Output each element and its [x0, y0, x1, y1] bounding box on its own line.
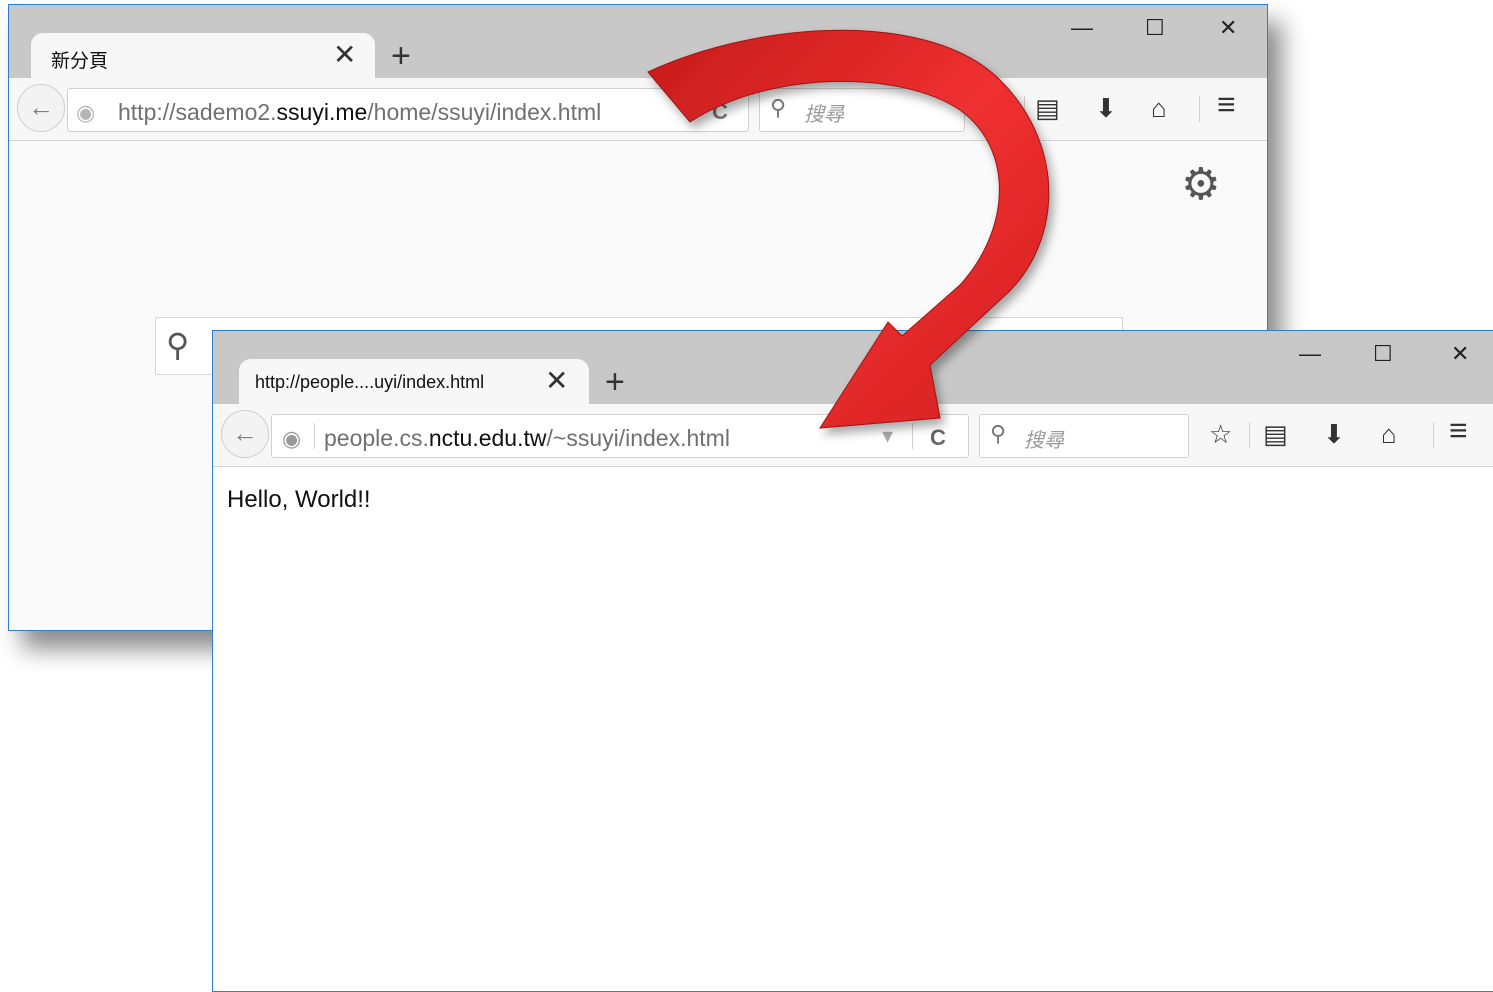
nav-bar: ← ◉ people.cs.nctu.edu.tw/~ssuyi/index.h… — [213, 404, 1493, 467]
separator — [1249, 422, 1250, 448]
globe-icon: ◉ — [76, 100, 96, 125]
download-icon[interactable]: ⬇ — [1095, 94, 1117, 122]
tab-close-icon[interactable]: ✕ — [333, 41, 356, 69]
back-button[interactable]: ← — [17, 84, 65, 132]
minimize-button[interactable]: — — [1299, 343, 1321, 365]
search-placeholder: 搜尋 — [804, 104, 844, 126]
globe-icon: ◉ — [282, 426, 302, 451]
home-icon[interactable]: ⌂ — [1151, 94, 1167, 122]
search-icon: ⚲ — [166, 327, 190, 363]
reload-icon[interactable]: C — [930, 425, 946, 451]
bookmark-star-icon[interactable]: ☆ — [985, 94, 1008, 122]
tab-index-html[interactable]: http://people....uyi/index.html ✕ — [239, 359, 589, 405]
reload-icon[interactable]: C — [712, 99, 728, 125]
library-icon[interactable]: ▤ — [1263, 420, 1288, 448]
search-icon: ⚲ — [770, 95, 787, 120]
url-bar[interactable]: ◉ http://sademo2.ssuyi.me/home/ssuyi/ind… — [67, 88, 749, 132]
chevron-down-icon[interactable]: ▾ — [882, 423, 893, 449]
home-icon[interactable]: ⌂ — [1381, 420, 1397, 448]
nav-bar: ← ◉ http://sademo2.ssuyi.me/home/ssuyi/i… — [9, 78, 1267, 141]
settings-gear-icon[interactable]: ⚙ — [1181, 163, 1220, 207]
bookmark-star-icon[interactable]: ☆ — [1209, 420, 1232, 448]
separator — [912, 423, 913, 449]
library-icon[interactable]: ▤ — [1035, 94, 1060, 122]
tab-title: http://people....uyi/index.html — [255, 372, 485, 392]
maximize-button[interactable]: ☐ — [1373, 343, 1393, 365]
download-icon[interactable]: ⬇ — [1323, 420, 1345, 448]
tab-new-tab[interactable]: 新分頁 ✕ — [31, 33, 375, 79]
tab-close-icon[interactable]: ✕ — [545, 367, 568, 395]
separator — [1433, 422, 1434, 448]
search-icon: ⚲ — [990, 421, 1007, 446]
menu-icon[interactable]: ≡ — [1217, 88, 1236, 120]
tab-title: 新分頁 — [51, 51, 109, 72]
browser-window-front: http://people....uyi/index.html ✕ + — ☐ … — [212, 330, 1493, 992]
close-button[interactable]: ✕ — [1451, 343, 1469, 365]
search-box[interactable]: ⚲ 搜尋 — [979, 414, 1189, 458]
url-text: people.cs.nctu.edu.tw/~ssuyi/index.html — [324, 425, 730, 451]
close-button[interactable]: ✕ — [1219, 17, 1237, 39]
back-button[interactable]: ← — [221, 410, 269, 458]
page-content-text: Hello, World!! — [227, 486, 371, 513]
url-bar[interactable]: ◉ people.cs.nctu.edu.tw/~ssuyi/index.htm… — [271, 414, 969, 458]
search-placeholder: 搜尋 — [1024, 430, 1064, 452]
title-bar: http://people....uyi/index.html ✕ + — ☐ … — [213, 331, 1493, 405]
maximize-button[interactable]: ☐ — [1145, 17, 1165, 39]
separator — [1024, 96, 1025, 122]
minimize-button[interactable]: — — [1071, 17, 1093, 39]
separator — [314, 423, 315, 449]
new-tab-button[interactable]: + — [391, 39, 411, 73]
separator — [1199, 96, 1200, 122]
title-bar: 新分頁 ✕ + — ☐ ✕ — [9, 5, 1267, 79]
new-tab-button[interactable]: + — [605, 365, 625, 399]
menu-icon[interactable]: ≡ — [1449, 414, 1468, 446]
url-text: http://sademo2.ssuyi.me/home/ssuyi/index… — [118, 99, 602, 125]
search-box[interactable]: ⚲ 搜尋 — [759, 88, 965, 132]
